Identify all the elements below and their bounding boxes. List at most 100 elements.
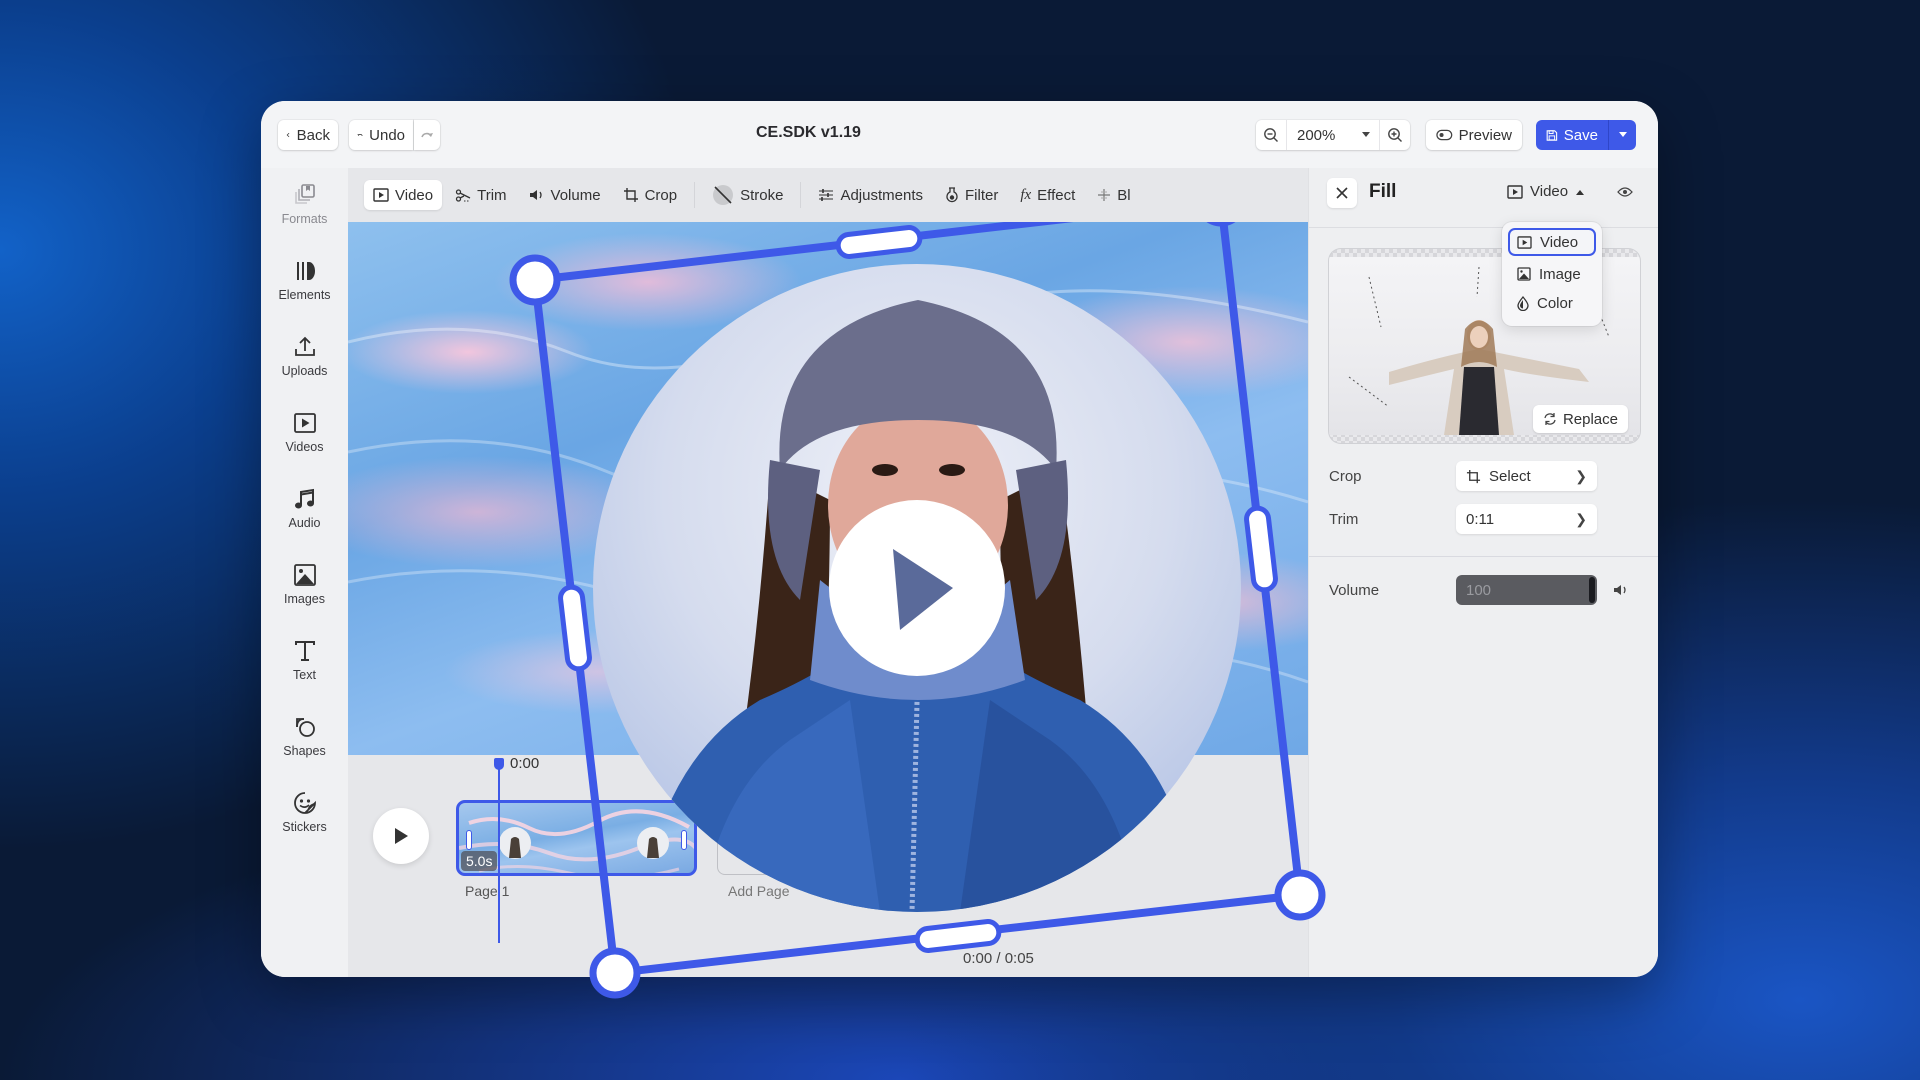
- video-play-overlay-button[interactable]: [829, 500, 1005, 676]
- sidebar-item-text[interactable]: Text: [261, 638, 348, 682]
- option-label: Image: [1539, 265, 1581, 283]
- tool-label: Video: [395, 186, 434, 204]
- sidebar-item-elements[interactable]: Elements: [261, 258, 348, 302]
- clip-trim-handle-right[interactable]: [681, 830, 687, 850]
- volume-input[interactable]: 100: [1456, 575, 1597, 605]
- sidebar-item-label: Audio: [288, 516, 321, 530]
- stroke-none-icon: [713, 185, 734, 205]
- image-icon: [293, 564, 316, 586]
- tool-video[interactable]: Video: [364, 180, 443, 210]
- preview-label: Preview: [1458, 126, 1512, 144]
- zoom-in-icon: [1388, 128, 1402, 142]
- formats-icon: [294, 184, 315, 204]
- clip-trim-handle-left[interactable]: [466, 830, 472, 850]
- left-sidebar: Formats Elements Uploads Videos Audio Im…: [261, 168, 348, 977]
- flask-icon: [946, 187, 958, 203]
- save-label: Save: [1563, 126, 1598, 144]
- playhead-line[interactable]: [498, 763, 500, 943]
- crop-icon: [623, 188, 638, 202]
- fill-type-dropdown: Video Image Color: [1502, 222, 1602, 326]
- floppy-disk-icon: [1546, 129, 1558, 141]
- fill-option-image[interactable]: Image: [1508, 260, 1596, 288]
- sidebar-item-shapes[interactable]: Shapes: [261, 714, 348, 758]
- zoom-level-select[interactable]: 200%: [1286, 120, 1380, 150]
- sidebar-item-label[interactable]: Uploads: [282, 364, 328, 378]
- save-button[interactable]: Save: [1536, 120, 1608, 150]
- video-icon: [293, 413, 316, 433]
- chevron-right-icon: ❯: [1575, 510, 1587, 527]
- sidebar-item-stickers[interactable]: Stickers: [261, 790, 348, 834]
- volume-label: Volume: [1329, 581, 1380, 599]
- trim-button[interactable]: 0:11 ❯: [1456, 504, 1597, 534]
- top-bar: Back Undo CE.SDK v1.19 200% Preview Save: [261, 101, 1658, 168]
- fill-option-video[interactable]: Video: [1508, 228, 1596, 256]
- tool-blur[interactable]: Bl: [1088, 180, 1139, 210]
- preview-button[interactable]: Preview: [1426, 120, 1522, 150]
- resize-handle-bottom-right[interactable]: [1274, 869, 1326, 921]
- redo-icon: [421, 132, 433, 138]
- sidebar-item-images[interactable]: Images: [261, 562, 348, 606]
- blur-icon: [1098, 189, 1111, 201]
- sidebar-item-videos[interactable]: Videos: [261, 410, 348, 454]
- redo-button[interactable]: [414, 120, 440, 150]
- tool-filter[interactable]: Filter: [936, 180, 1007, 210]
- crop-label: Crop: [1329, 467, 1362, 485]
- zoom-in-button[interactable]: [1380, 120, 1410, 150]
- tool-effect[interactable]: fx Effect: [1011, 180, 1084, 210]
- sidebar-item-uploads[interactable]: Uploads: [261, 334, 348, 378]
- sidebar-item-label: Videos: [285, 440, 324, 454]
- option-label: Color: [1537, 294, 1573, 312]
- save-button-group: Save: [1536, 120, 1636, 150]
- replace-button[interactable]: Replace: [1532, 405, 1628, 433]
- resize-handle-top-left[interactable]: [509, 254, 561, 306]
- toolbar-divider: [694, 182, 696, 208]
- fill-option-color[interactable]: Color: [1508, 289, 1596, 317]
- volume-slider-handle[interactable]: [1589, 577, 1595, 603]
- zoom-level-value: 200%: [1297, 126, 1336, 144]
- visibility-toggle[interactable]: [1617, 185, 1633, 203]
- fill-type-value: Video: [1530, 183, 1569, 200]
- tool-volume[interactable]: Volume: [520, 180, 610, 210]
- timeline-clip-page-1[interactable]: 5.0s: [456, 800, 697, 876]
- caret-up-icon: [1576, 189, 1585, 195]
- undo-button[interactable]: Undo: [349, 120, 413, 150]
- tool-crop[interactable]: Crop: [614, 180, 687, 210]
- tool-label: Effect: [1037, 186, 1076, 204]
- zoom-out-button[interactable]: [1256, 120, 1286, 150]
- video-icon: [1507, 184, 1523, 199]
- add-page-label: Add Page: [728, 883, 790, 899]
- resize-handle-bottom-left[interactable]: [589, 947, 641, 999]
- sidebar-item-label: Elements: [278, 288, 331, 302]
- music-note-icon: [294, 488, 314, 509]
- volume-row: Volume 100: [1329, 575, 1639, 605]
- tool-stroke[interactable]: Stroke: [703, 180, 792, 210]
- crop-select-button[interactable]: Select ❯: [1456, 461, 1597, 491]
- sidebar-item-label: Text: [293, 668, 316, 682]
- save-options-button[interactable]: [1609, 120, 1636, 150]
- video-icon: [1517, 235, 1532, 249]
- replace-label: Replace: [1562, 410, 1618, 428]
- sidebar-item-formats[interactable]: Formats: [261, 182, 348, 226]
- undo-icon: [357, 134, 363, 137]
- tool-label: Bl: [1117, 186, 1131, 204]
- elements-icon: [296, 262, 315, 280]
- close-panel-button[interactable]: [1327, 178, 1357, 208]
- fill-type-select[interactable]: Video: [1507, 183, 1585, 200]
- tool-trim[interactable]: Trim: [446, 180, 515, 210]
- sidebar-item-label: Stickers: [282, 820, 327, 834]
- playhead-handle[interactable]: [494, 758, 504, 770]
- undo-label: Undo: [369, 126, 405, 144]
- volume-value: 100: [1466, 581, 1492, 599]
- sidebar-item-audio[interactable]: Audio: [261, 486, 348, 530]
- speaker-icon[interactable]: [1613, 583, 1629, 597]
- crop-value: Select: [1489, 467, 1531, 485]
- back-button[interactable]: Back: [278, 120, 338, 150]
- sidebar-item-label: Formats: [281, 212, 328, 226]
- scissors-icon: [455, 189, 471, 202]
- tool-adjustments[interactable]: Adjustments: [809, 180, 932, 210]
- tool-label: Adjustments: [840, 186, 923, 204]
- play-button[interactable]: [373, 808, 429, 864]
- fill-panel: Fill Video Replace Video Image Color Cro…: [1308, 168, 1658, 977]
- caret-down-icon: [1362, 132, 1370, 137]
- tool-label: Filter: [965, 186, 999, 204]
